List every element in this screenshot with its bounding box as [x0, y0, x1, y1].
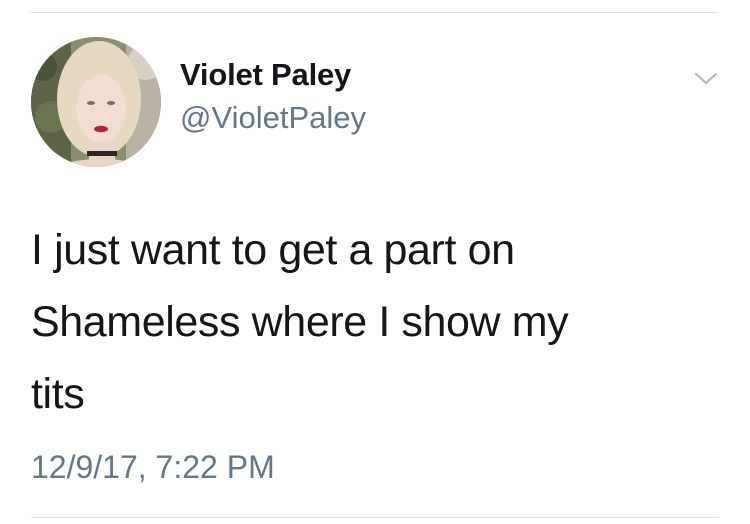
bottom-divider	[31, 517, 719, 518]
tweet-text-line: I just want to get a part on	[31, 226, 515, 274]
author-handle[interactable]: @VioletPaley	[180, 99, 366, 137]
tweet-timestamp[interactable]: 12/9/17, 7:22 PM	[31, 447, 275, 487]
avatar[interactable]	[31, 37, 161, 167]
top-divider	[31, 12, 719, 13]
tweet-text: I just want to get a part on Shameless w…	[31, 214, 691, 430]
avatar-photo	[31, 37, 161, 167]
tweet-text-line: Shameless where I show my	[31, 298, 569, 346]
chevron-down-icon[interactable]	[693, 66, 719, 92]
tweet-text-line: tits	[31, 370, 85, 418]
author-display-name[interactable]: Violet Paley	[180, 56, 366, 94]
tweet-author[interactable]: Violet Paley @VioletPaley	[180, 56, 366, 137]
